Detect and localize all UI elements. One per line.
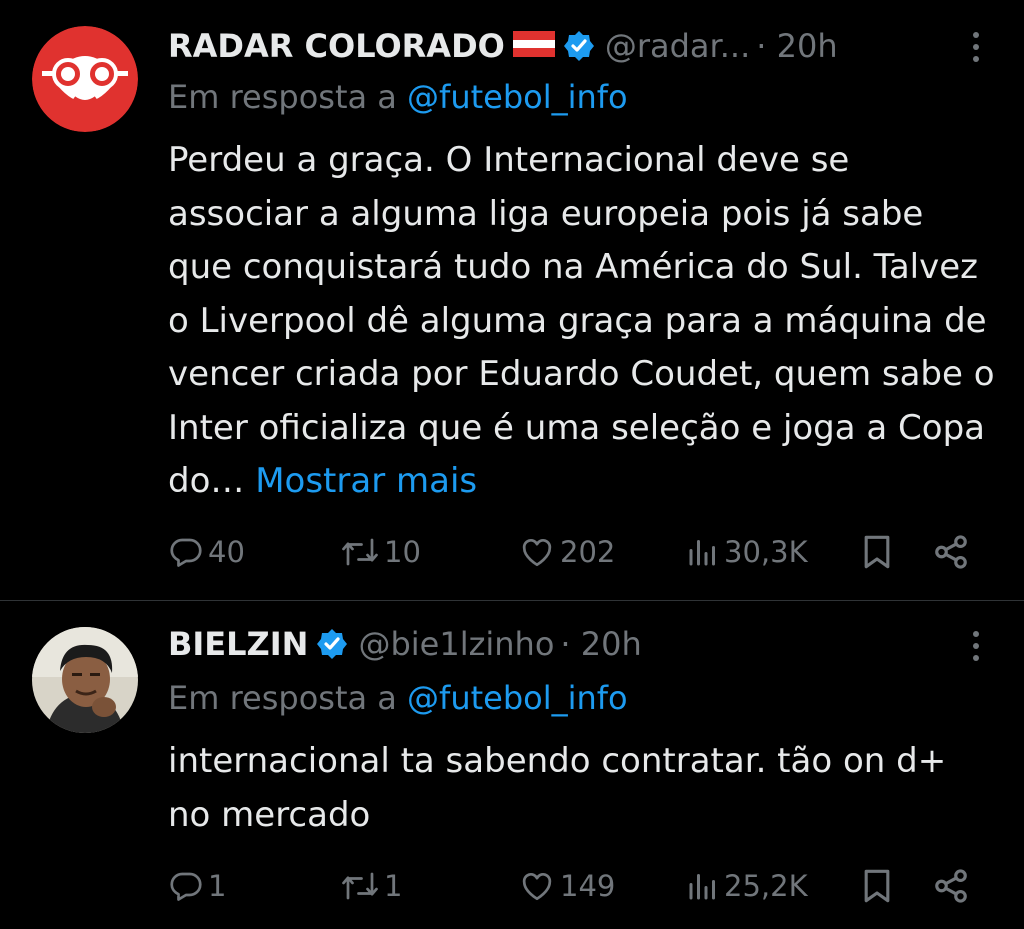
retweet-icon bbox=[342, 538, 378, 566]
like-count: 202 bbox=[560, 535, 616, 569]
timestamp[interactable]: · 20h bbox=[560, 625, 641, 663]
reply-count: 1 bbox=[208, 869, 227, 903]
share-button[interactable] bbox=[932, 528, 970, 576]
tweet-text: internacional ta sabendo contratar. tão … bbox=[168, 735, 998, 842]
avatar[interactable] bbox=[32, 26, 138, 132]
verified-badge-icon[interactable] bbox=[316, 628, 348, 660]
bookmark-button[interactable] bbox=[860, 528, 894, 576]
reply-prefix: Em resposta a bbox=[168, 679, 397, 717]
reply-icon bbox=[170, 538, 202, 567]
view-count: 30,3K bbox=[724, 535, 808, 569]
bookmark-button[interactable] bbox=[860, 862, 894, 910]
show-more-link[interactable]: Mostrar mais bbox=[255, 461, 477, 501]
more-icon[interactable] bbox=[970, 631, 982, 665]
retweet-button[interactable]: 10 bbox=[340, 528, 421, 576]
display-name[interactable]: RADAR COLORADO bbox=[168, 27, 505, 65]
like-icon bbox=[522, 539, 552, 567]
share-icon bbox=[935, 869, 967, 903]
share-icon bbox=[935, 535, 967, 569]
reply-context: Em resposta a @futebol_info bbox=[168, 78, 628, 116]
tweet[interactable]: RADAR COLORADO @radar... · 20h Em respos… bbox=[0, 0, 1024, 600]
reply-prefix: Em resposta a bbox=[168, 78, 397, 116]
bookmark-icon bbox=[864, 535, 890, 569]
tweet-header: RADAR COLORADO @radar... · 20h bbox=[168, 22, 838, 70]
reply-button[interactable]: 40 bbox=[168, 528, 245, 576]
retweet-button[interactable]: 1 bbox=[340, 862, 402, 910]
reply-mention-link[interactable]: @futebol_info bbox=[407, 679, 628, 717]
verified-badge-icon[interactable] bbox=[563, 30, 595, 62]
reply-mention-link[interactable]: @futebol_info bbox=[407, 78, 628, 116]
retweet-icon bbox=[342, 872, 378, 900]
action-bar: 1 1 149 25,2K bbox=[0, 862, 1024, 910]
action-bar: 40 10 202 30,3K bbox=[0, 528, 1024, 576]
avatar[interactable] bbox=[32, 627, 138, 733]
share-button[interactable] bbox=[932, 862, 970, 910]
like-icon bbox=[522, 873, 552, 901]
bookmark-icon bbox=[864, 869, 890, 903]
like-count: 149 bbox=[560, 869, 616, 903]
tweet-text-content: internacional ta sabendo contratar. tão … bbox=[168, 741, 947, 835]
timestamp[interactable]: · 20h bbox=[756, 27, 837, 65]
retweet-count: 1 bbox=[384, 869, 403, 903]
handle[interactable]: @radar... bbox=[605, 27, 750, 65]
handle[interactable]: @bie1lzinho bbox=[358, 625, 554, 663]
tweet[interactable]: BIELZIN @bie1lzinho · 20h Em resposta a … bbox=[0, 601, 1024, 929]
views-icon bbox=[689, 540, 715, 566]
tweet-text-content: Perdeu a graça. O Internacional deve se … bbox=[168, 140, 995, 501]
more-icon[interactable] bbox=[970, 32, 982, 66]
reply-button[interactable]: 1 bbox=[168, 862, 226, 910]
reply-context: Em resposta a @futebol_info bbox=[168, 679, 628, 717]
views-icon bbox=[689, 874, 715, 900]
austria-flag-icon bbox=[512, 29, 555, 63]
retweet-count: 10 bbox=[384, 535, 421, 569]
tweet-header: BIELZIN @bie1lzinho · 20h bbox=[168, 620, 642, 668]
reply-icon bbox=[170, 872, 202, 901]
tweet-text: Perdeu a graça. O Internacional deve se … bbox=[168, 134, 998, 509]
reply-count: 40 bbox=[208, 535, 245, 569]
like-button[interactable]: 149 bbox=[518, 862, 615, 910]
like-button[interactable]: 202 bbox=[518, 528, 615, 576]
display-name[interactable]: BIELZIN bbox=[168, 625, 308, 663]
view-count: 25,2K bbox=[724, 869, 808, 903]
views-button[interactable]: 30,3K bbox=[686, 528, 808, 576]
views-button[interactable]: 25,2K bbox=[686, 862, 808, 910]
